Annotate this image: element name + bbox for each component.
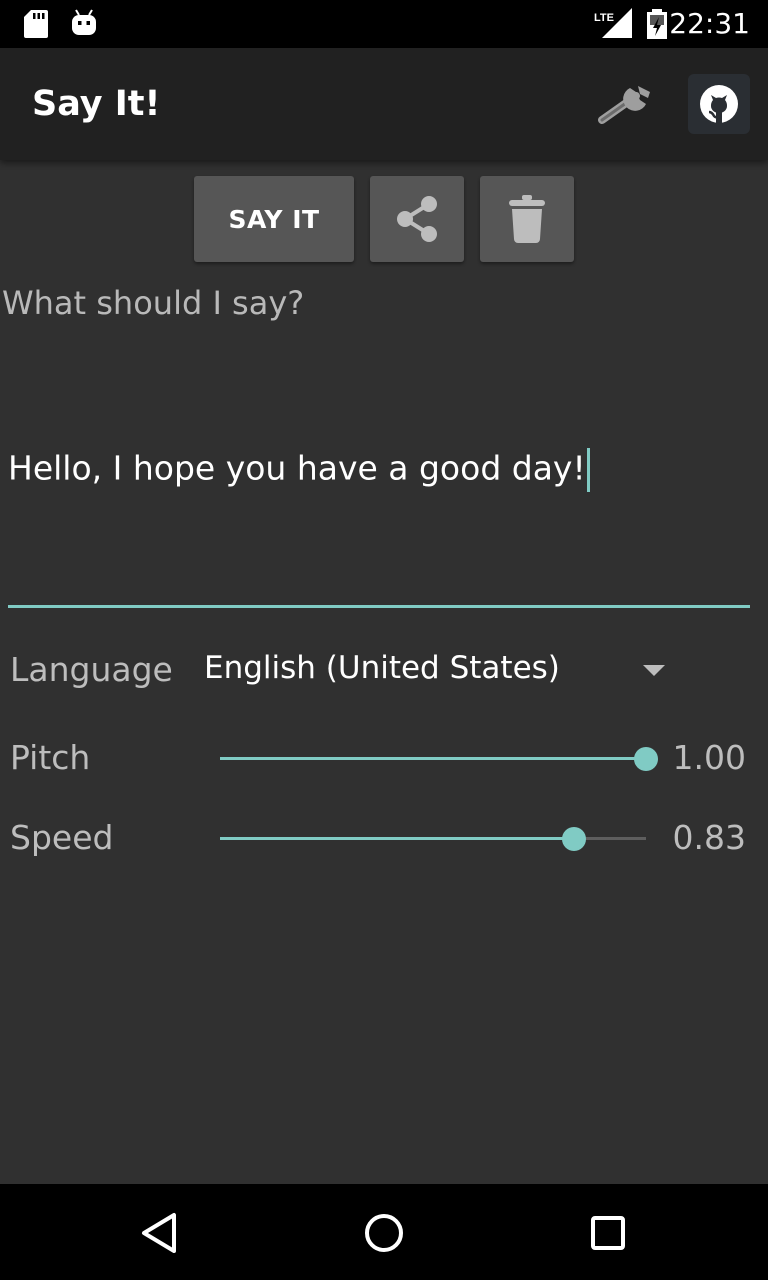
android-debug-icon [72,9,96,35]
home-button[interactable] [359,1208,409,1258]
language-label: Language [10,650,173,689]
github-button[interactable] [688,74,750,134]
home-icon [365,1214,403,1252]
pitch-slider-fill [220,757,646,760]
pitch-slider[interactable] [220,744,658,774]
settings-button[interactable] [588,76,660,132]
share-button[interactable] [370,176,464,262]
recents-icon [591,1216,625,1250]
wrench-icon [598,86,650,124]
speed-label: Speed [10,818,114,857]
pitch-label: Pitch [10,738,91,777]
github-icon [700,85,738,124]
speech-text-value: Hello, I hope you have a good day! [8,448,586,488]
recents-button[interactable] [583,1208,633,1258]
speech-text-input[interactable]: Hello, I hope you have a good day! [8,448,750,608]
app-bar: Say It! [0,48,768,160]
speed-value: 0.83 [672,818,746,857]
speed-slider[interactable] [220,824,646,854]
navigation-bar [0,1184,768,1280]
pitch-slider-thumb[interactable] [634,747,658,771]
status-clock: 22:31 [669,7,750,40]
back-icon [142,1213,176,1253]
battery-icon [647,9,667,39]
back-button[interactable] [135,1208,185,1258]
share-icon [397,196,437,242]
language-select[interactable]: English (United States) [204,650,560,686]
lte-signal-icon: LTE [594,8,632,38]
trash-icon [509,195,545,243]
speed-slider-thumb[interactable] [561,827,586,851]
app-title: Say It! [32,84,161,124]
svg-text:LTE: LTE [594,12,614,24]
delete-button[interactable] [480,176,574,262]
status-bar: LTE 22:31 [0,0,768,48]
dropdown-arrow-icon[interactable] [643,665,665,676]
say-it-button[interactable]: SAY IT [194,176,354,262]
text-cursor [586,448,590,492]
sd-card-icon [24,10,48,38]
pitch-value: 1.00 [672,738,746,777]
input-prompt: What should I say? [2,284,305,322]
speed-slider-fill [220,837,574,840]
